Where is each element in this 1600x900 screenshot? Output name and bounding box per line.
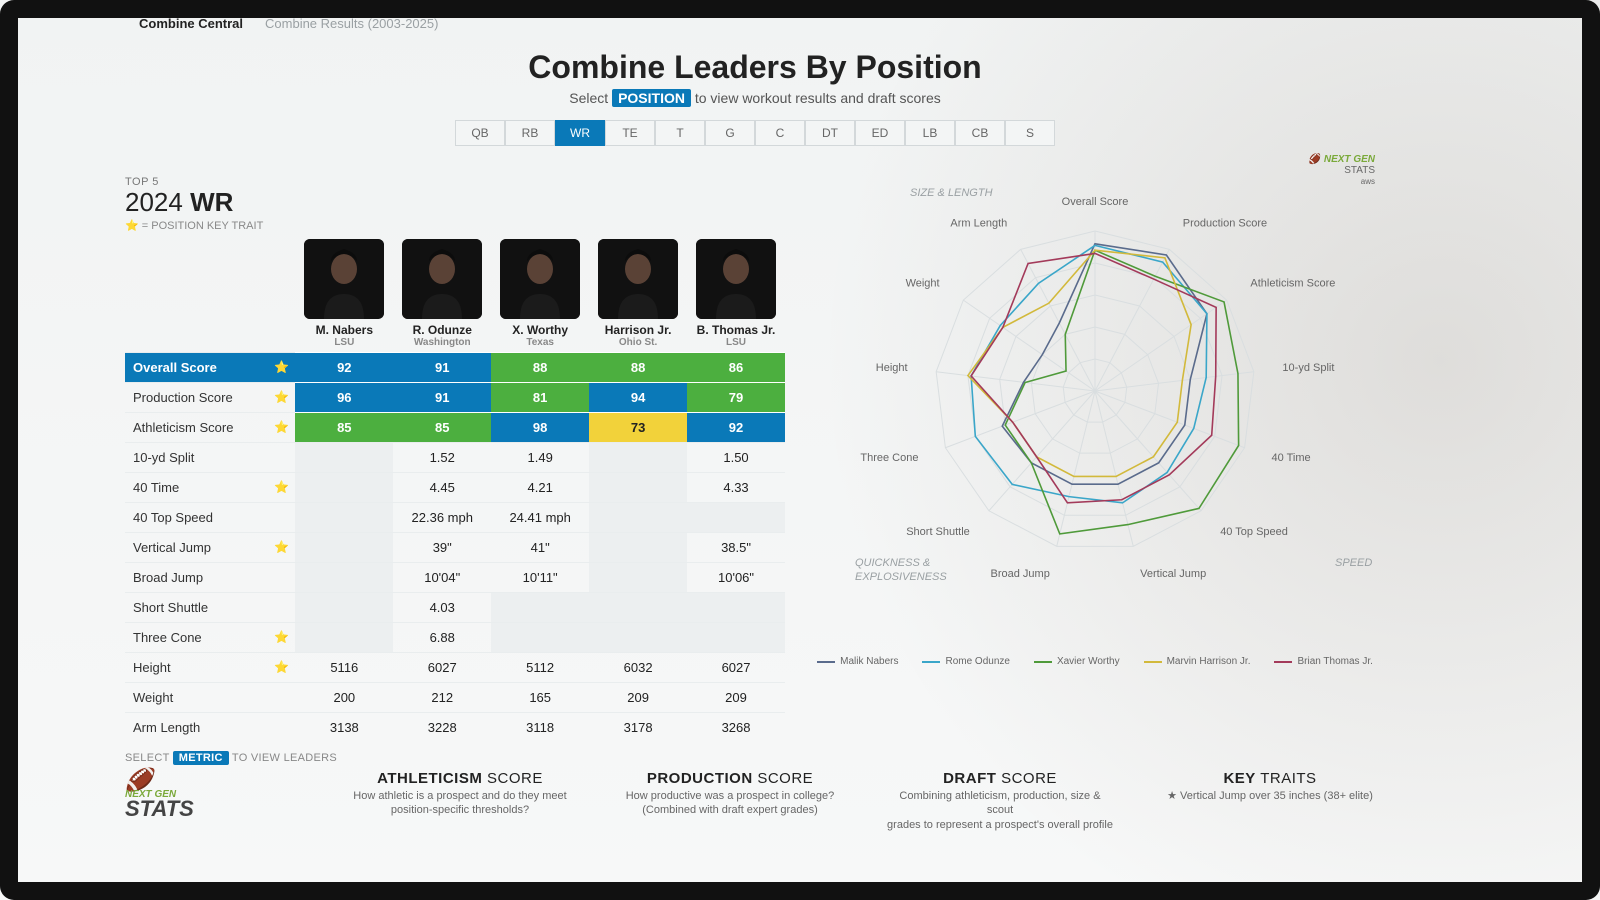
footer-col: KEY TRAITS★ Vertical Jump over 35 inches… xyxy=(1155,770,1385,832)
metric-row[interactable]: Arm Length31383228311831783268 xyxy=(125,712,785,742)
metric-row[interactable]: Overall Score⭐9291888886 xyxy=(125,352,785,382)
player-col-3: Harrison Jr.Ohio St. xyxy=(589,238,687,353)
pos-btn-s[interactable]: S xyxy=(1005,120,1055,146)
svg-text:40 Time: 40 Time xyxy=(1272,452,1311,464)
position-selector: QBRBWRTETGCDTEDLBCBS xyxy=(125,120,1385,146)
year-pos: 2024 WR xyxy=(125,188,785,217)
page-subhead: Select POSITION to view workout results … xyxy=(125,90,1385,106)
metric-row[interactable]: 10-yd Split1.521.491.50 xyxy=(125,442,785,472)
ngs-logo: 🏈 NEXT GENSTATSaws xyxy=(1295,154,1375,187)
page-title: Combine Leaders By Position xyxy=(125,49,1385,86)
footer-col: PRODUCTION SCOREHow productive was a pro… xyxy=(615,770,845,832)
pos-btn-c[interactable]: C xyxy=(755,120,805,146)
headshot xyxy=(598,239,678,319)
pos-btn-g[interactable]: G xyxy=(705,120,755,146)
radar-chart: Overall Score Production Score Athleticism… xyxy=(815,176,1375,646)
pos-btn-rb[interactable]: RB xyxy=(505,120,555,146)
metric-row[interactable]: Athleticism Score⭐8585987392 xyxy=(125,412,785,442)
headshot xyxy=(402,239,482,319)
footer-col: DRAFT SCORECombining athleticism, produc… xyxy=(885,770,1115,832)
legend-item: Marvin Harrison Jr. xyxy=(1144,656,1251,667)
metric-row[interactable]: Production Score⭐9691819479 xyxy=(125,382,785,412)
svg-text:SPEED: SPEED xyxy=(1335,557,1372,569)
svg-text:Three Cone: Three Cone xyxy=(860,452,918,464)
pos-btn-qb[interactable]: QB xyxy=(455,120,505,146)
footer-definitions: 🏈 NEXT GENSTATS ATHLETICISM SCOREHow ath… xyxy=(125,770,1385,832)
svg-text:Overall Score: Overall Score xyxy=(1062,196,1129,208)
svg-text:Arm Length: Arm Length xyxy=(950,218,1007,230)
pos-btn-t[interactable]: T xyxy=(655,120,705,146)
svg-text:EXPLOSIVENESS: EXPLOSIVENESS xyxy=(855,571,947,583)
player-col-2: X. WorthyTexas xyxy=(491,238,589,353)
svg-text:QUICKNESS &: QUICKNESS & xyxy=(855,557,930,569)
footer-col: ATHLETICISM SCOREHow athletic is a prosp… xyxy=(345,770,575,832)
legend-item: Brian Thomas Jr. xyxy=(1274,656,1372,667)
player-col-4: B. Thomas Jr.LSU xyxy=(687,238,785,353)
svg-text:Broad Jump: Broad Jump xyxy=(991,568,1050,580)
radar-legend: Malik Nabers Rome Odunze Xavier Worthy Marv… xyxy=(805,656,1385,667)
headshot xyxy=(500,239,580,319)
legend-item: Malik Nabers xyxy=(817,656,898,667)
svg-text:SIZE & LENGTH: SIZE & LENGTH xyxy=(910,187,993,199)
pos-btn-te[interactable]: TE xyxy=(605,120,655,146)
footer-logo: 🏈 NEXT GENSTATS xyxy=(125,770,305,819)
select-metric-hint: SELECT METRIC TO VIEW LEADERS xyxy=(125,752,785,764)
metric-row[interactable]: Vertical Jump⭐39"41"38.5" xyxy=(125,532,785,562)
tab-combine-central[interactable]: Combine Central xyxy=(139,16,243,31)
metric-row[interactable]: Three Cone⭐6.88 xyxy=(125,622,785,652)
headshot xyxy=(696,239,776,319)
svg-text:10-yd Split: 10-yd Split xyxy=(1282,362,1334,374)
pos-btn-cb[interactable]: CB xyxy=(955,120,1005,146)
legend-item: Xavier Worthy xyxy=(1034,656,1120,667)
metric-row[interactable]: Short Shuttle4.03 xyxy=(125,592,785,622)
svg-text:Height: Height xyxy=(876,362,908,374)
pos-btn-dt[interactable]: DT xyxy=(805,120,855,146)
metric-row[interactable]: Weight200212165209209 xyxy=(125,682,785,712)
combine-table: M. NabersLSU R. OdunzeWashington X. Wort… xyxy=(125,238,785,742)
pos-btn-wr[interactable]: WR xyxy=(555,120,605,146)
svg-text:Athleticism Score: Athleticism Score xyxy=(1250,278,1335,290)
player-col-1: R. OdunzeWashington xyxy=(393,238,491,353)
svg-text:40 Top Speed: 40 Top Speed xyxy=(1220,526,1288,538)
legend-item: Rome Odunze xyxy=(922,656,1009,667)
metric-row[interactable]: Broad Jump10'04"10'11"10'06" xyxy=(125,562,785,592)
pos-btn-ed[interactable]: ED xyxy=(855,120,905,146)
tab-combine-results[interactable]: Combine Results (2003-2025) xyxy=(265,16,438,31)
top-tabs: Combine Central Combine Results (2003-20… xyxy=(125,10,1385,37)
svg-text:Vertical Jump: Vertical Jump xyxy=(1140,568,1206,580)
svg-text:Short Shuttle: Short Shuttle xyxy=(906,526,970,538)
svg-text:Weight: Weight xyxy=(906,278,940,290)
player-col-0: M. NabersLSU xyxy=(295,238,393,353)
metric-row[interactable]: 40 Top Speed22.36 mph24.41 mph xyxy=(125,502,785,532)
pos-btn-lb[interactable]: LB xyxy=(905,120,955,146)
metric-row[interactable]: Height⭐51166027511260326027 xyxy=(125,652,785,682)
headshot xyxy=(304,239,384,319)
metric-row[interactable]: 40 Time⭐4.454.214.33 xyxy=(125,472,785,502)
key-trait-legend: ⭐ = POSITION KEY TRAIT xyxy=(125,219,785,232)
svg-text:Production Score: Production Score xyxy=(1183,218,1267,230)
